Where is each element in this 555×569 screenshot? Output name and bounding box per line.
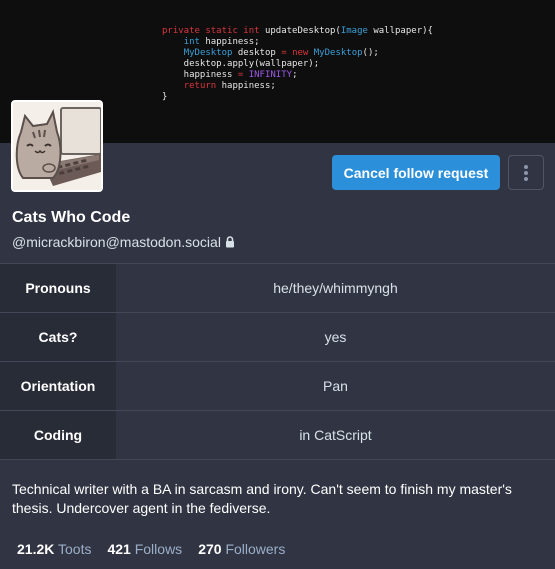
code-token: wallpaper){ (367, 26, 433, 36)
field-value: he/they/whimmyngh (273, 280, 398, 296)
code-token: (); (362, 48, 379, 58)
code-line: return happiness; (162, 81, 433, 92)
field-name: Coding (0, 411, 116, 459)
field-row-cats: Cats? yes (0, 313, 555, 362)
follows-count: 421 (107, 541, 131, 557)
code-line: desktop.apply(wallpaper); (162, 59, 433, 70)
lock-icon (225, 236, 234, 248)
code-token: updateDesktop( (259, 26, 341, 36)
code-token: desktop (232, 48, 282, 58)
field-value: Pan (323, 378, 348, 394)
more-options-button[interactable] (508, 155, 544, 190)
profile-fields-table: Pronouns he/they/whimmyngh Cats? yes Ori… (0, 263, 555, 460)
profile-bio: Technical writer with a BA in sarcasm an… (12, 481, 512, 516)
code-token: MyDesktop (183, 48, 233, 58)
code-token: ; (292, 70, 298, 80)
followers-label: Followers (225, 541, 286, 557)
profile-stats: 21.2K Toots 421 Follows 270 Followers (17, 541, 285, 557)
code-line: happiness = INFINITY; (162, 70, 433, 81)
field-row-orientation: Orientation Pan (0, 362, 555, 411)
code-token: } (162, 92, 168, 102)
toots-label: Toots (58, 541, 92, 557)
handle-text: @micrackbiron@mastodon.social (12, 234, 221, 250)
follows-label: Follows (134, 541, 183, 557)
toots-count: 21.2K (17, 541, 55, 557)
field-row-pronouns: Pronouns he/they/whimmyngh (0, 264, 555, 313)
code-token: INFINITY (248, 70, 293, 80)
field-value: yes (324, 329, 347, 345)
code-token: happiness; (216, 81, 276, 91)
field-row-coding: Coding in CatScript (0, 411, 555, 460)
field-value: in CatScript (299, 427, 372, 443)
code-token: private static int (162, 26, 260, 36)
code-token: desktop.apply(wallpaper); (162, 59, 320, 69)
code-token: happiness; (199, 37, 260, 47)
followers-count: 270 (198, 541, 222, 557)
code-token: MyDesktop (313, 48, 363, 58)
display-name: Cats Who Code (12, 209, 131, 226)
code-token: Image (340, 26, 368, 36)
followers-stat-link[interactable]: 270 Followers (198, 541, 285, 557)
toots-stat-link[interactable]: 21.2K Toots (17, 541, 91, 557)
code-token: return (183, 81, 217, 91)
code-token: = new (281, 48, 309, 58)
cancel-follow-request-button[interactable]: Cancel follow request (332, 155, 500, 190)
code-token: int (183, 37, 200, 47)
code-line: MyDesktop desktop = new MyDesktop(); (162, 48, 433, 59)
account-handle: @micrackbiron@mastodon.social (12, 234, 235, 250)
code-line: } (162, 92, 433, 103)
header-code-snippet: private static int updateDesktop(Image w… (162, 26, 433, 103)
code-line: private static int updateDesktop(Image w… (162, 26, 433, 37)
cat-laptop-avatar-icon (13, 102, 101, 190)
field-name: Pronouns (0, 264, 116, 312)
vertical-ellipsis-icon (524, 164, 528, 181)
field-name: Cats? (0, 313, 116, 361)
field-name: Orientation (0, 362, 116, 410)
follows-stat-link[interactable]: 421 Follows (107, 541, 182, 557)
avatar[interactable] (11, 100, 103, 192)
code-token: happiness (162, 70, 238, 80)
code-line: int happiness; (162, 37, 433, 48)
